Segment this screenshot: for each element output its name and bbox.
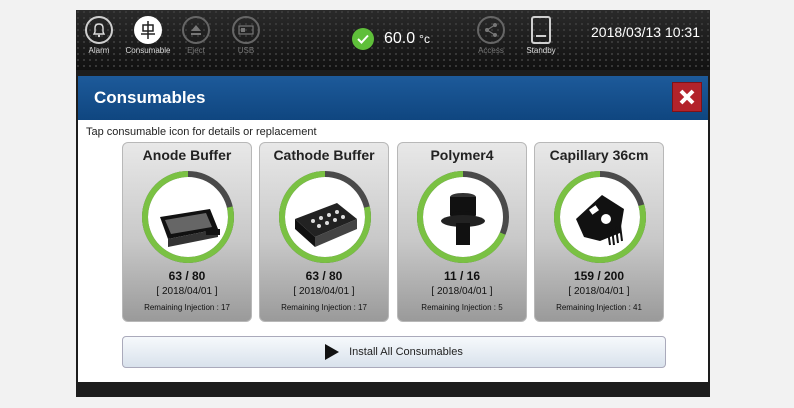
usb-icon bbox=[232, 16, 260, 44]
consumable-card-anode-buffer[interactable]: Anode Buffer 63 / 80 [ 2018/04/01 ] Rema… bbox=[122, 142, 252, 322]
expiry-date: [ 2018/04/01 ] bbox=[293, 286, 355, 297]
consumable-card-polymer4[interactable]: Polymer4 11 / 16 [ 2018/04/01 ] Remainin… bbox=[397, 142, 527, 322]
standby-icon bbox=[531, 16, 551, 44]
consumable-card-capillary[interactable]: Capillary 36cm 159 / 200 [ 2018/04/01 ] … bbox=[534, 142, 664, 322]
bell-icon bbox=[85, 16, 113, 44]
consumable-card-cathode-buffer[interactable]: Cathode Buffer 63 / 80 [ 2018/04/01 ] Re… bbox=[259, 142, 389, 322]
usage-count: 159 / 200 bbox=[573, 269, 625, 283]
usb-button[interactable]: USB bbox=[221, 16, 271, 55]
consumable-icon bbox=[134, 16, 162, 44]
standby-button[interactable]: Standby bbox=[516, 16, 566, 55]
expiry-date: [ 2018/04/01 ] bbox=[568, 286, 630, 297]
usage-count: 63 / 80 bbox=[305, 269, 343, 283]
card-title: Cathode Buffer bbox=[273, 147, 375, 163]
eject-icon bbox=[182, 16, 210, 44]
consumable-button[interactable]: Consumable bbox=[123, 16, 173, 55]
instrument-screen: Alarm Consumable Eject USB 60.0 °c Acces… bbox=[76, 10, 710, 397]
top-toolbar: Alarm Consumable Eject USB 60.0 °c Acces… bbox=[76, 10, 710, 70]
access-label: Access bbox=[478, 46, 504, 55]
install-all-label: Install All Consumables bbox=[349, 346, 463, 358]
temperature-status: 60.0 °c bbox=[352, 28, 430, 50]
dialog-title: Consumables bbox=[94, 88, 206, 107]
card-title: Capillary 36cm bbox=[549, 147, 649, 163]
remaining-injections: Remaining Injection : 17 bbox=[281, 303, 367, 312]
card-title: Anode Buffer bbox=[142, 147, 232, 163]
standby-label: Standby bbox=[526, 46, 556, 55]
usage-count: 11 / 16 bbox=[443, 269, 481, 283]
share-icon bbox=[477, 16, 505, 44]
eject-label: Eject bbox=[187, 46, 205, 55]
temperature-unit: °c bbox=[419, 32, 430, 46]
temperature-value: 60.0 bbox=[384, 30, 416, 47]
card-title: Polymer4 bbox=[430, 147, 494, 163]
play-icon bbox=[325, 344, 340, 360]
alarm-label: Alarm bbox=[88, 46, 110, 55]
expiry-date: [ 2018/04/01 ] bbox=[156, 286, 218, 297]
install-all-button[interactable]: Install All Consumables bbox=[122, 336, 666, 368]
access-button[interactable]: Access bbox=[466, 16, 516, 55]
remaining-injections: Remaining Injection : 5 bbox=[421, 303, 503, 312]
close-button[interactable] bbox=[672, 82, 702, 112]
usage-ring bbox=[417, 171, 509, 263]
alarm-button[interactable]: Alarm bbox=[76, 16, 124, 55]
remaining-injections: Remaining Injection : 41 bbox=[556, 303, 642, 312]
usage-ring bbox=[554, 171, 646, 263]
usage-count: 63 / 80 bbox=[168, 269, 206, 283]
check-icon bbox=[352, 28, 374, 50]
remaining-injections: Remaining Injection : 17 bbox=[144, 303, 230, 312]
eject-button[interactable]: Eject bbox=[171, 16, 221, 55]
close-icon bbox=[679, 89, 695, 105]
usb-label: USB bbox=[237, 46, 255, 55]
date-time: 2018/03/13 10:31 bbox=[591, 24, 700, 40]
dialog-header: Consumables bbox=[78, 76, 708, 120]
consumable-label: Consumable bbox=[125, 46, 171, 55]
expiry-date: [ 2018/04/01 ] bbox=[431, 286, 493, 297]
usage-ring bbox=[142, 171, 234, 263]
usage-ring bbox=[279, 171, 371, 263]
instruction-text: Tap consumable icon for details or repla… bbox=[86, 126, 317, 138]
consumables-dialog: Consumables Tap consumable icon for deta… bbox=[78, 76, 708, 382]
